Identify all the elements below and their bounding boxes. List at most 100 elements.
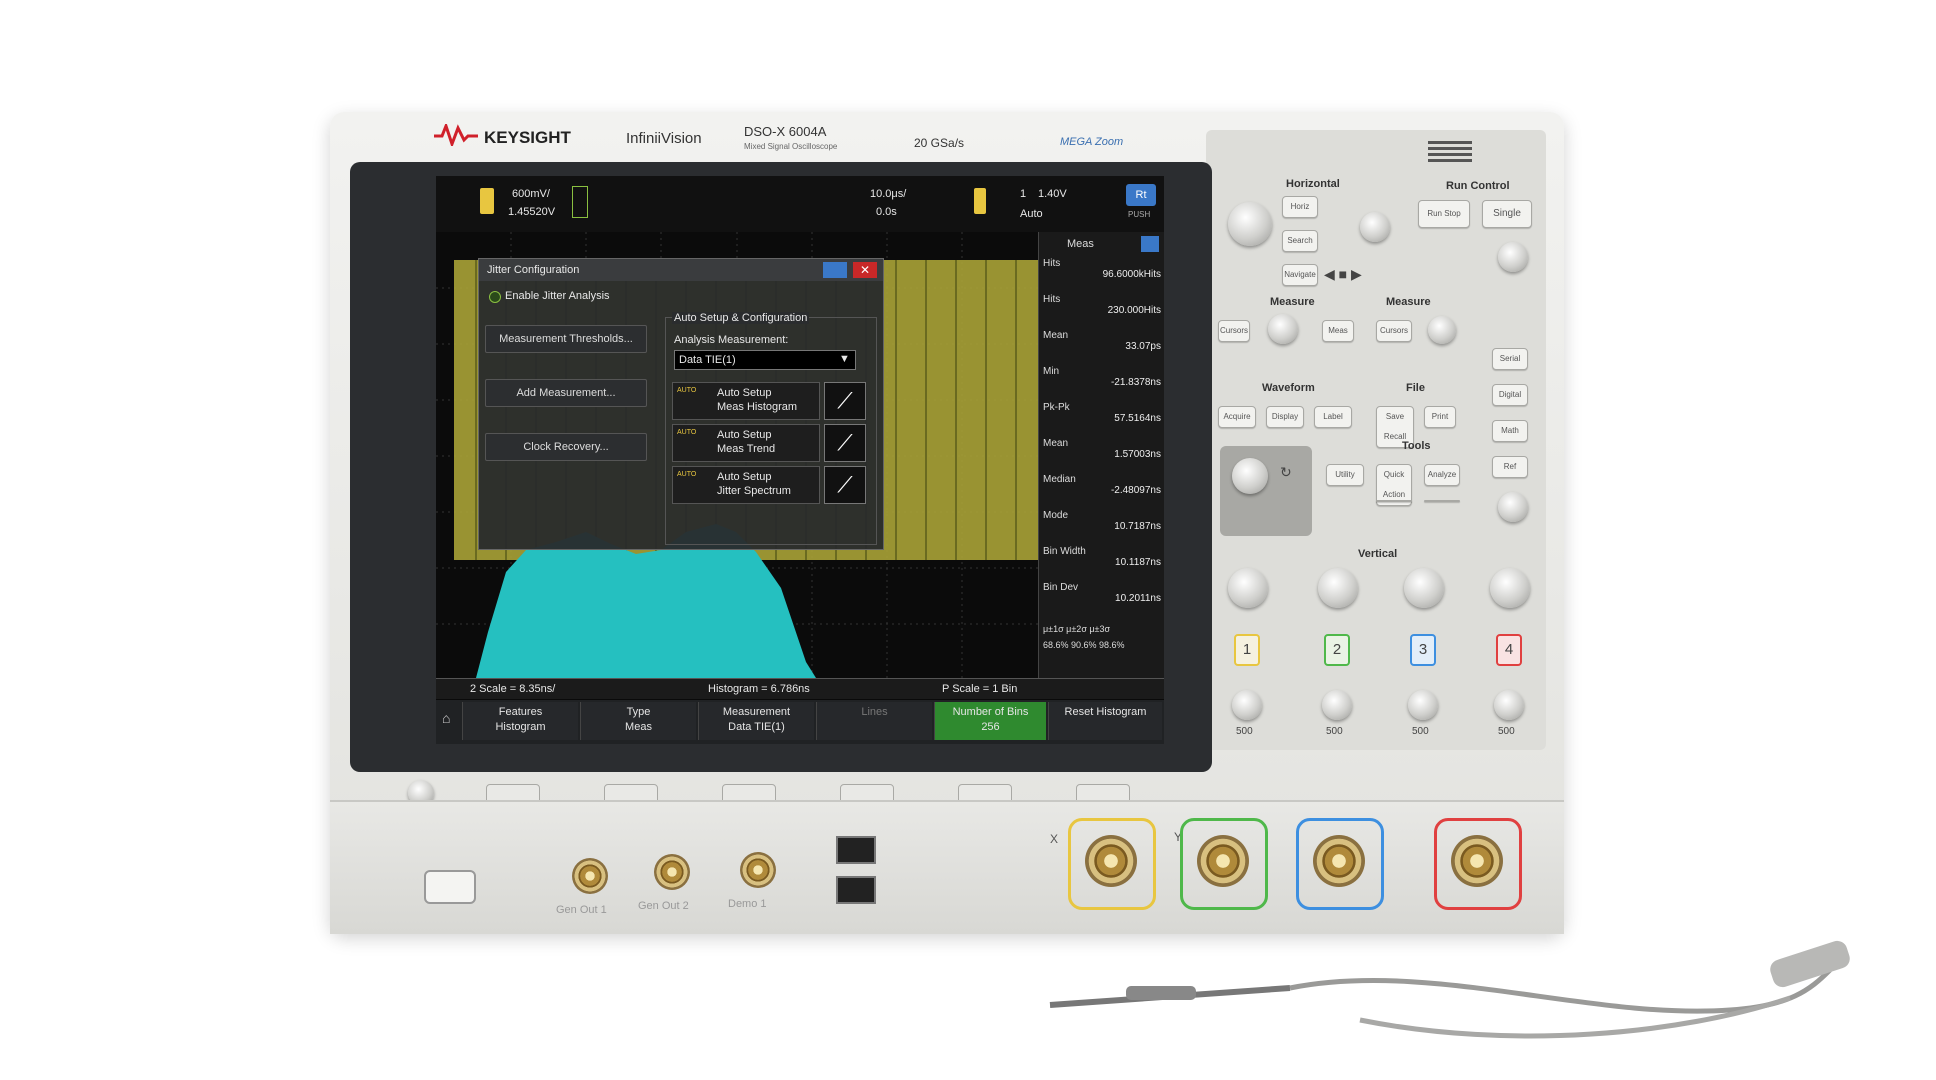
home-icon[interactable]: ⌂ — [442, 710, 450, 726]
ch3-value: 500 — [1412, 726, 1429, 737]
clock-recovery-button[interactable]: Clock Recovery... — [485, 433, 647, 461]
vertical-section-label: Vertical — [1358, 548, 1398, 560]
ch2-scale-knob[interactable] — [1318, 568, 1358, 608]
channel1-marker — [480, 188, 494, 214]
row-line1: Auto Setup — [717, 429, 772, 441]
meas-value: 1.57003ns — [1114, 449, 1161, 460]
softkey-line1: Lines — [861, 706, 888, 718]
ch3-scale-knob[interactable] — [1404, 568, 1444, 608]
ch2-value: 500 — [1326, 726, 1343, 737]
math-button[interactable]: Math — [1492, 420, 1528, 442]
acquire-button[interactable]: Acquire — [1218, 406, 1256, 428]
gen-out1-bnc[interactable] — [572, 858, 608, 894]
navigate-button[interactable]: Navigate — [1282, 264, 1318, 286]
dialog-help-icon[interactable] — [823, 262, 847, 278]
softkey-line2: 256 — [981, 721, 1000, 733]
navigate-arrows-icon[interactable]: ◀ ■ ▶ — [1324, 266, 1362, 283]
meas-label: Mean — [1043, 438, 1069, 449]
ch1-bnc[interactable] — [1085, 835, 1137, 887]
serial-button[interactable]: Serial — [1492, 348, 1528, 370]
softkey-number-of-bins[interactable]: Number of Bins 256 — [934, 702, 1046, 740]
ch3-bnc[interactable] — [1313, 835, 1365, 887]
entry-knob[interactable] — [1232, 458, 1268, 494]
ch4-bnc[interactable] — [1451, 835, 1503, 887]
meas-button[interactable]: Meas — [1322, 320, 1354, 342]
softkey-features[interactable]: Features Histogram — [462, 702, 578, 740]
label-button[interactable]: Label — [1314, 406, 1352, 428]
digital-button[interactable]: Digital — [1492, 384, 1528, 406]
control-panel-content: Horizontal Horiz Search Navigate ◀ ■ ▶ R… — [1206, 130, 1546, 750]
ch3-button[interactable]: 3 — [1410, 634, 1436, 666]
ch4-button[interactable]: 4 — [1496, 634, 1522, 666]
ch4-scale-knob[interactable] — [1490, 568, 1530, 608]
blue-key-2[interactable] — [1424, 500, 1460, 502]
meas-label: Bin Width — [1043, 546, 1086, 557]
ch1-button[interactable]: 1 — [1234, 634, 1260, 666]
ch1-offset-knob[interactable] — [1232, 690, 1262, 720]
ch3-input-frame — [1296, 818, 1384, 910]
add-measurement-button[interactable]: Add Measurement... — [485, 379, 647, 407]
side-knob-top[interactable] — [1498, 242, 1528, 272]
blue-key-1[interactable] — [1376, 500, 1412, 502]
ch2-bnc[interactable] — [1197, 835, 1249, 887]
ref-button[interactable]: Ref — [1492, 456, 1528, 478]
horizontal-scale-knob[interactable] — [1228, 202, 1272, 246]
power-button[interactable] — [424, 870, 476, 904]
run-control-label: Run Control — [1446, 180, 1510, 192]
enable-jitter-checkbox[interactable] — [489, 291, 501, 303]
ch2-input-frame — [1180, 818, 1268, 910]
softkey-lines[interactable]: Lines — [816, 702, 932, 740]
horizontal-section-label: Horizontal — [1286, 178, 1340, 190]
auto-setup-spectrum-button[interactable]: AUTO Auto Setup Jitter Spectrum — [672, 466, 820, 504]
meas-item: Hits 230.000Hits — [1043, 294, 1161, 316]
ch3-offset-knob[interactable] — [1408, 690, 1438, 720]
meas-value: 10.1187ns — [1115, 557, 1161, 568]
utility-button[interactable]: Utility — [1326, 464, 1364, 486]
analyze-button[interactable]: Analyze — [1424, 464, 1460, 486]
demo1-bnc[interactable] — [740, 852, 776, 888]
dialog-close-icon[interactable]: ✕ — [853, 262, 877, 278]
single-button[interactable]: Single — [1482, 200, 1532, 228]
trigger-marker — [572, 186, 588, 218]
cursors2-button[interactable]: Cursors — [1376, 320, 1412, 342]
thresholds-button[interactable]: Measurement Thresholds... — [485, 325, 647, 353]
softkey-line2: Data TIE(1) — [728, 721, 785, 733]
search-button[interactable]: Search — [1282, 230, 1318, 252]
usb-port-bottom[interactable] — [836, 876, 876, 904]
softkey-type[interactable]: Type Meas — [580, 702, 696, 740]
auto-setup-trend-button[interactable]: AUTO Auto Setup Meas Trend — [672, 424, 820, 462]
measure-knob[interactable] — [1428, 316, 1456, 344]
horizontal-position-knob[interactable] — [1360, 212, 1390, 242]
ch2-button[interactable]: 2 — [1324, 634, 1350, 666]
scope-display[interactable]: 600mV/ 1.45520V 10.0μs/ 0.0s 1.40V 1 Aut… — [436, 176, 1164, 744]
side-knob-bottom[interactable] — [1498, 492, 1528, 522]
run-wizard-icon[interactable]: ⟋ — [824, 382, 866, 420]
auto-setup-histogram-button[interactable]: AUTO Auto Setup Meas Histogram — [672, 382, 820, 420]
run-wizard-icon[interactable]: ⟋ — [824, 424, 866, 462]
status-bar: 600mV/ 1.45520V 10.0μs/ 0.0s 1.40V 1 Aut… — [436, 176, 1164, 232]
meas-sigma-labels: μ±1σ μ±2σ μ±3σ — [1043, 624, 1111, 634]
softkey-reset-histogram[interactable]: Reset Histogram — [1048, 702, 1162, 740]
auto-tag: AUTO — [677, 387, 697, 394]
dialog-title: Jitter Configuration — [487, 264, 580, 276]
run-stop-button[interactable]: Run Stop — [1418, 200, 1470, 228]
histogram-info-row: 2 Scale = 8.35ns/ Histogram = 6.786ns P … — [436, 678, 1164, 699]
horiz-button[interactable]: Horiz — [1282, 196, 1318, 218]
run-wizard-icon[interactable]: ⟋ — [824, 466, 866, 504]
cursor-knob[interactable] — [1268, 314, 1298, 344]
meas-panel-icon[interactable] — [1141, 236, 1159, 252]
ch2-offset-knob[interactable] — [1322, 690, 1352, 720]
ch4-offset-knob[interactable] — [1494, 690, 1524, 720]
meas-item: Pk-Pk 57.5164ns — [1043, 402, 1161, 424]
cursors-button[interactable]: Cursors — [1218, 320, 1250, 342]
usb-port-top[interactable] — [836, 836, 876, 864]
keysight-logo-icon — [434, 124, 478, 146]
display-button[interactable]: Display — [1266, 406, 1304, 428]
softkey-measurement[interactable]: Measurement Data TIE(1) — [698, 702, 814, 740]
print-button[interactable]: Print — [1424, 406, 1456, 428]
ch4-value: 500 — [1498, 726, 1515, 737]
analysis-select[interactable]: Data TIE(1) ▼ — [674, 350, 856, 370]
ch1-scale-knob[interactable] — [1228, 568, 1268, 608]
softkey-line1: Type — [626, 706, 651, 718]
gen-out2-bnc[interactable] — [654, 854, 690, 890]
